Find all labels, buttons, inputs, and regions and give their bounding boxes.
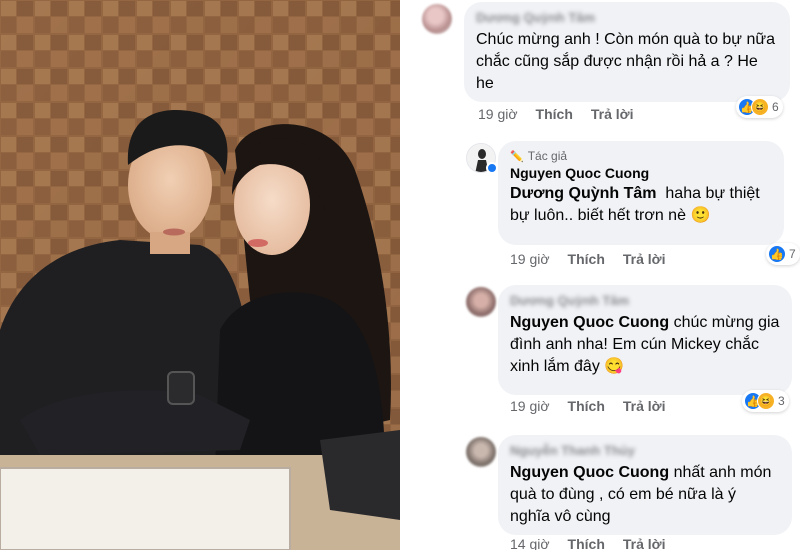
reply-button[interactable]: Trả lời: [623, 251, 666, 267]
mention-link[interactable]: Nguyen Quoc Cuong: [510, 464, 669, 481]
comment-bubble: Nguyễn Thanh Thủy Nguyen Quoc Cuong nhất…: [498, 435, 792, 535]
comment-timestamp[interactable]: 19 giờ: [478, 106, 518, 122]
reaction-summary[interactable]: 👍 😆 6: [736, 96, 783, 118]
like-button[interactable]: Thích: [568, 251, 605, 267]
reaction-count: 3: [778, 394, 785, 408]
reaction-count: 7: [789, 247, 796, 261]
commenter-avatar[interactable]: [466, 287, 496, 317]
commenter-name[interactable]: Nguyễn Thanh Thủy: [510, 443, 780, 458]
commenter-name[interactable]: Dương Quỳnh Tâm: [476, 10, 778, 25]
author-badge: ✏️ Tác giả: [510, 149, 772, 163]
comment-timestamp[interactable]: 19 giờ: [510, 398, 550, 414]
reaction-summary[interactable]: 👍 7: [766, 243, 800, 265]
reaction-count: 6: [772, 100, 779, 114]
reply-button[interactable]: Trả lời: [623, 398, 666, 414]
mention-link[interactable]: Nguyen Quoc Cuong: [510, 314, 669, 331]
comment-bubble: Dương Quỳnh Tâm Nguyen Quoc Cuong chúc m…: [498, 285, 792, 395]
comment-text: Dương Quỳnh Tâm haha bự thiệt bự luôn.. …: [510, 183, 772, 227]
reply-button[interactable]: Trả lời: [591, 106, 634, 122]
smile-emoji-icon: 🙂: [690, 207, 711, 224]
comment-actions: 19 giờ Thích Trả lời: [510, 251, 666, 267]
comment-text: Nguyen Quoc Cuong nhất anh món quà to đù…: [510, 462, 780, 528]
reply-button[interactable]: Trả lời: [623, 536, 666, 550]
comment-actions: 14 giờ Thích Trả lời: [510, 536, 666, 550]
comment-timestamp[interactable]: 19 giờ: [510, 251, 550, 267]
like-button[interactable]: Thích: [568, 398, 605, 414]
comment-bubble: ✏️ Tác giả Nguyen Quoc Cuong Dương Quỳnh…: [498, 141, 784, 245]
comment-bubble: Dương Quỳnh Tâm Chúc mừng anh ! Còn món …: [464, 2, 790, 102]
comment-text: Chúc mừng anh ! Còn món quà to bự nữa ch…: [476, 31, 775, 92]
like-button[interactable]: Thích: [536, 106, 573, 122]
author-badge-label: Tác giả: [527, 149, 568, 163]
comment-actions: 19 giờ Thích Trả lời: [510, 398, 666, 414]
comment-text: Nguyen Quoc Cuong chúc mừng gia đình anh…: [510, 312, 780, 378]
couple-photo: [0, 0, 400, 550]
reaction-summary[interactable]: 👍 😆 3: [742, 390, 789, 412]
like-button[interactable]: Thích: [568, 536, 605, 550]
comment-timestamp[interactable]: 14 giờ: [510, 536, 550, 550]
comment-actions: 19 giờ Thích Trả lời: [478, 106, 634, 122]
commenter-name[interactable]: Nguyen Quoc Cuong: [510, 165, 772, 181]
commenter-avatar[interactable]: [422, 4, 452, 34]
couple-photo-drawing: [0, 0, 400, 550]
commenter-avatar[interactable]: [466, 437, 496, 467]
like-reaction-icon: 👍: [768, 245, 786, 263]
comments-panel: Dương Quỳnh Tâm Chúc mừng anh ! Còn món …: [400, 0, 800, 550]
pen-icon: ✏️: [510, 150, 524, 163]
haha-reaction-icon: 😆: [751, 98, 769, 116]
yum-emoji-icon: 😋: [604, 358, 625, 375]
mention-link[interactable]: Dương Quỳnh Tâm: [510, 185, 657, 202]
commenter-name[interactable]: Dương Quỳnh Tâm: [510, 293, 780, 308]
haha-reaction-icon: 😆: [757, 392, 775, 410]
verified-badge-icon: [486, 162, 498, 174]
